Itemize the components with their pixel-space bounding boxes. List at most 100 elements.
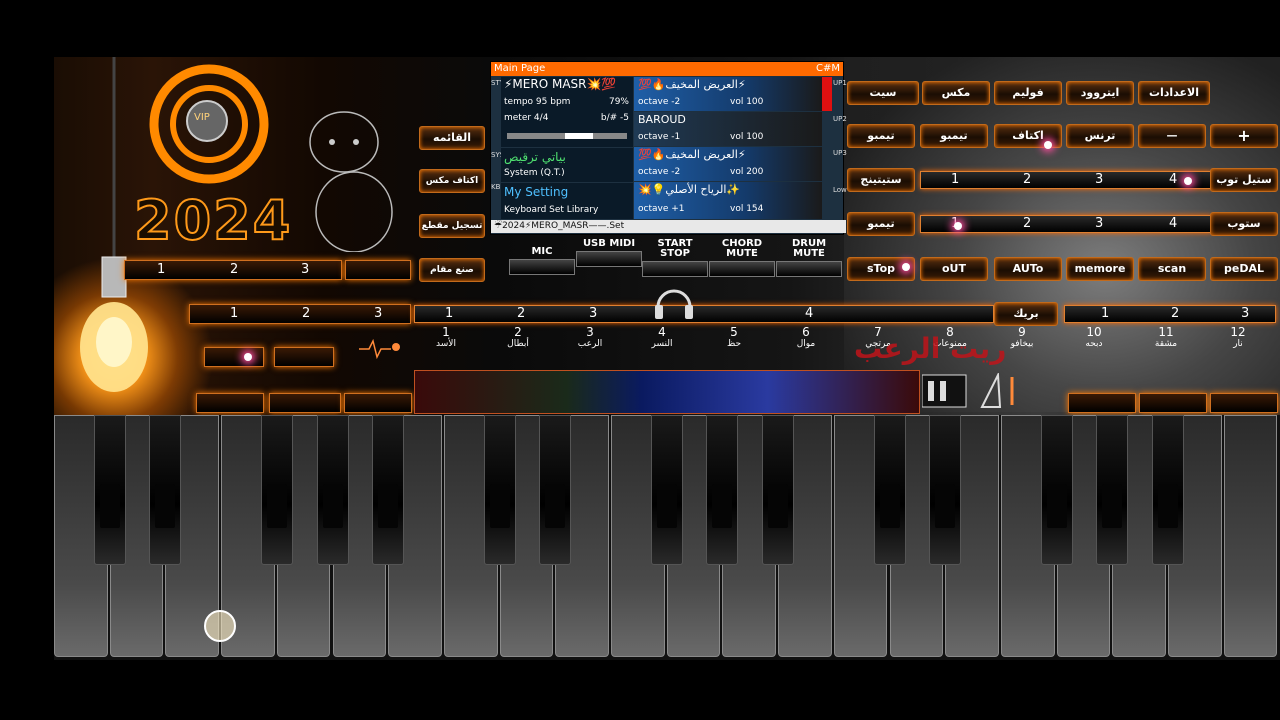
stop-button[interactable]: ستوب <box>1210 212 1278 236</box>
pad-slot[interactable] <box>196 393 264 413</box>
drum-pad-5[interactable]: 5 حظ <box>704 325 764 369</box>
tempo-down-button[interactable]: تيمبو <box>847 124 915 148</box>
plus-button[interactable]: + <box>1210 124 1278 148</box>
slot-3[interactable]: 3 <box>374 305 382 323</box>
break-num-2[interactable]: 2 <box>517 306 525 322</box>
usb-midi-button[interactable]: USB MIDI <box>576 239 642 267</box>
break2-num-2[interactable]: 2 <box>1171 306 1179 322</box>
piano-keyboard[interactable] <box>54 415 1280 660</box>
break-button[interactable]: بريك <box>994 302 1058 326</box>
slot-3[interactable]: 3 <box>301 261 309 279</box>
auto-button[interactable]: AUTo <box>994 257 1062 281</box>
transpose-button[interactable]: ترنس <box>1066 124 1134 148</box>
memory-button[interactable]: memore <box>1066 257 1134 281</box>
minus-button[interactable]: — <box>1138 124 1206 148</box>
list-button[interactable]: القائمه <box>419 126 485 150</box>
drum-pad-3[interactable]: 3 الرعب <box>560 325 620 369</box>
white-key[interactable] <box>1223 415 1278 657</box>
mic-button[interactable]: MIC <box>509 247 575 275</box>
slot-blank[interactable] <box>345 260 411 280</box>
black-key[interactable] <box>316 415 349 565</box>
drum-pad-1[interactable]: 1 الأسد <box>416 325 476 369</box>
style-num-2[interactable]: 2 <box>1023 172 1031 188</box>
drum-pad-11[interactable]: 11 مشقة <box>1136 325 1196 369</box>
set-button[interactable]: سيت <box>847 81 919 105</box>
style-top-button[interactable]: ستيل توب <box>1210 168 1278 192</box>
upper1-cell[interactable]: 💯🔥العريض المخيف⚡ octave -2 vol 100 <box>634 77 822 111</box>
tempo-label-button[interactable]: تيمبو <box>847 212 915 236</box>
pad-slot[interactable] <box>204 347 264 367</box>
slot-1[interactable]: 1 <box>230 305 238 323</box>
black-key[interactable] <box>539 415 572 565</box>
drum-mute-button[interactable]: DRUM MUTE <box>776 239 842 277</box>
stop-number-row[interactable]: 1 2 3 4 <box>920 215 1212 233</box>
pad-slot[interactable] <box>269 393 341 413</box>
black-key[interactable] <box>260 415 293 565</box>
make-maqam-button[interactable]: صنع مقام <box>419 258 485 282</box>
pad-slot[interactable] <box>274 347 334 367</box>
scan-button[interactable]: scan <box>1138 257 1206 281</box>
drum-pad-6[interactable]: 6 موال <box>776 325 836 369</box>
pedal-button[interactable]: peDAL <box>1210 257 1278 281</box>
black-key[interactable] <box>706 415 739 565</box>
variation-row-1[interactable]: 1 2 3 <box>124 260 342 280</box>
break-num-1[interactable]: 1 <box>445 306 453 322</box>
slot-2[interactable]: 2 <box>302 305 310 323</box>
kbd-cell[interactable]: My Setting Keyboard Set Library <box>501 183 633 219</box>
break2-num-1[interactable]: 1 <box>1101 306 1109 322</box>
right-slot[interactable] <box>1068 393 1136 413</box>
panel-title-bar: Main Page C#M <box>491 62 843 76</box>
break-number-row-2[interactable]: 1 2 3 <box>1064 305 1276 323</box>
stop-num-3[interactable]: 3 <box>1095 216 1103 232</box>
style-num-4[interactable]: 4 <box>1169 172 1177 188</box>
break2-num-3[interactable]: 3 <box>1241 306 1249 322</box>
style-num-1[interactable]: 1 <box>951 172 959 188</box>
slot-2[interactable]: 2 <box>230 261 238 279</box>
style-cell[interactable]: ⚡MERO MASR💥💯 tempo 95 bpm 79% meter 4/4 … <box>501 77 633 147</box>
chord-mute-button[interactable]: CHORD MUTE <box>709 239 775 277</box>
black-key[interactable] <box>1096 415 1129 565</box>
volume-button[interactable]: فوليم <box>994 81 1062 105</box>
record-cut-button[interactable]: تسجيل مقطع <box>419 214 485 238</box>
black-key[interactable] <box>873 415 906 565</box>
right-slot[interactable] <box>1139 393 1207 413</box>
black-key[interactable] <box>483 415 516 565</box>
black-key[interactable] <box>650 415 683 565</box>
drum-pad-2[interactable]: 2 أبطال <box>488 325 548 369</box>
drum-pad-10[interactable]: 10 دبحه <box>1064 325 1124 369</box>
break-num-3[interactable]: 3 <box>589 306 597 322</box>
pad-slot[interactable] <box>344 393 412 413</box>
variation-row-2[interactable]: 1 2 3 <box>189 304 411 324</box>
sys-cell[interactable]: بياتي ترقيص System (Q.T.) <box>501 148 633 182</box>
upper3-cell[interactable]: 💯🔥العريض المخيف⚡ octave -2 vol 200 <box>634 147 822 181</box>
black-key[interactable] <box>149 415 182 565</box>
tempo-up-button[interactable]: تيمبو <box>920 124 988 148</box>
black-key[interactable] <box>1040 415 1073 565</box>
right-slot[interactable] <box>1210 393 1278 413</box>
upper2-cell[interactable]: BAROUD octave -1 vol 100 <box>634 112 822 146</box>
settings-button[interactable]: الاعدادات <box>1138 81 1210 105</box>
stop-num-2[interactable]: 2 <box>1023 216 1031 232</box>
black-key[interactable] <box>1152 415 1184 565</box>
setting-style-button[interactable]: ستيتينج <box>847 168 915 192</box>
slot-1[interactable]: 1 <box>157 261 165 279</box>
out-button[interactable]: oUT <box>920 257 988 281</box>
break-num-4[interactable]: 4 <box>805 306 813 322</box>
black-key[interactable] <box>372 415 405 565</box>
break-number-row[interactable]: 1 2 3 4 <box>414 305 994 323</box>
style-number-row[interactable]: 1 2 3 4 <box>920 171 1212 189</box>
lower-cell[interactable]: 💥💡الرياح الأصلي✨ octave +1 vol 154 <box>634 182 822 219</box>
black-key[interactable] <box>762 415 795 565</box>
split-icons[interactable] <box>922 373 1022 409</box>
style-num-3[interactable]: 3 <box>1095 172 1103 188</box>
stop-num-4[interactable]: 4 <box>1169 216 1177 232</box>
start-stop-button[interactable]: START STOP <box>642 239 708 277</box>
black-key[interactable] <box>929 415 962 565</box>
mix-shoulders-button[interactable]: اكتاف مكس <box>419 169 485 193</box>
intro-button[interactable]: ايتروود <box>1066 81 1134 105</box>
mix-button[interactable]: مكس <box>922 81 990 105</box>
keyboard-range-strip[interactable] <box>414 370 920 414</box>
drum-pad-12[interactable]: 12 نار <box>1208 325 1268 369</box>
drum-pad-4[interactable]: 4 النسر <box>632 325 692 369</box>
black-key[interactable] <box>93 415 126 565</box>
